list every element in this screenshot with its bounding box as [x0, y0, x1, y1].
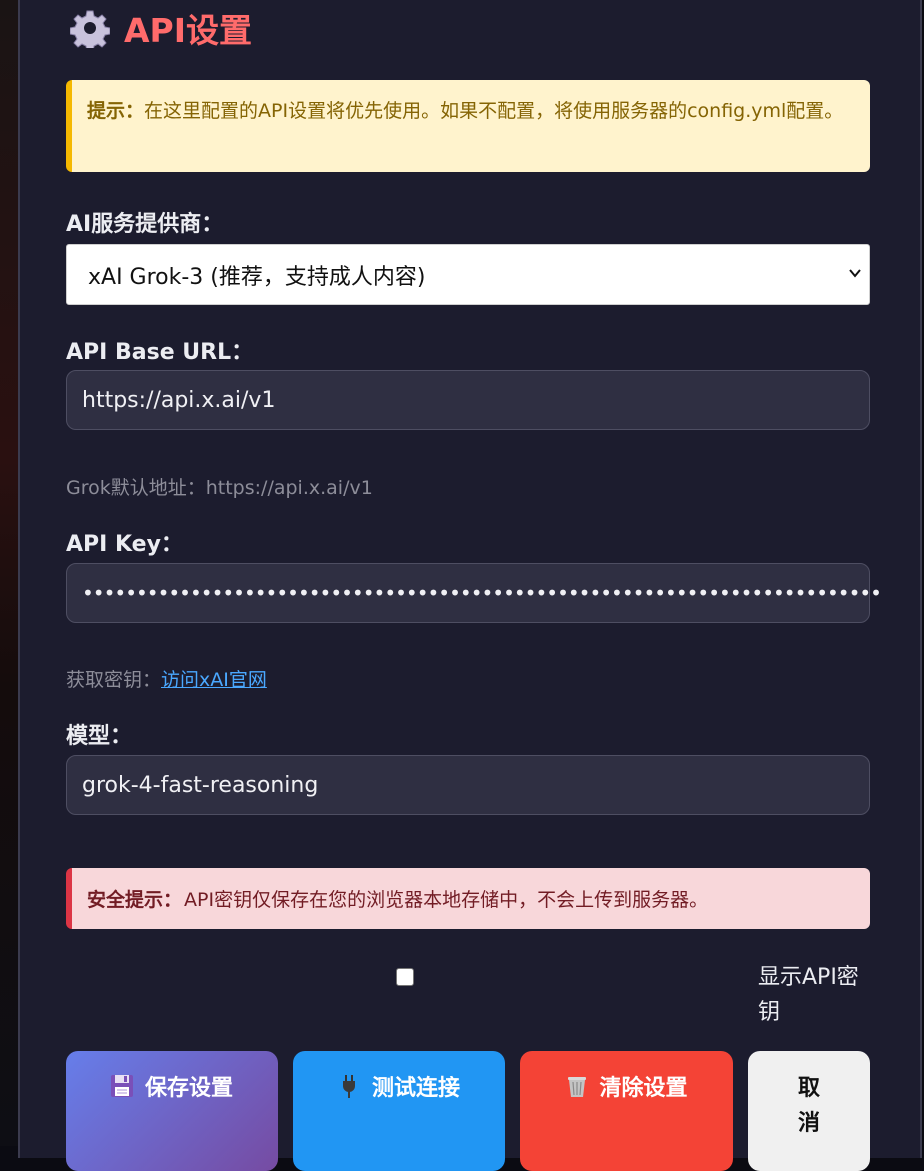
- dialog-title: API设置: [70, 6, 252, 50]
- provider-selected-value: xAI Grok-3 (推荐，支持成人内容): [88, 264, 426, 290]
- cancel-button-label: 取消: [797, 1076, 820, 1136]
- api-key-label: API Key：: [66, 532, 183, 557]
- save-button-label: 保存设置: [145, 1076, 234, 1101]
- save-button[interactable]: 保存设置: [66, 1051, 278, 1171]
- test-button-label: 测试连接: [372, 1076, 461, 1101]
- show-key-checkbox[interactable]: [396, 968, 414, 986]
- provider-select[interactable]: xAI Grok-3 (推荐，支持成人内容): [66, 244, 870, 305]
- gear-icon: [70, 10, 110, 48]
- provider-label: AI服务提供商：: [66, 212, 224, 237]
- notice-strong: 提示：: [87, 100, 145, 122]
- api-key-input[interactable]: ••••••••••••••••••••••••••••••••••••••••…: [66, 563, 882, 623]
- cancel-button[interactable]: 取消: [748, 1051, 870, 1171]
- notice-text: 在这里配置的API设置将优先使用。如果不配置，将使用服务器的config.yml…: [144, 100, 844, 122]
- api-key-hint-prefix: 获取密钥：: [66, 669, 162, 691]
- config-notice: 提示：在这里配置的API设置将优先使用。如果不配置，将使用服务器的config.…: [66, 80, 870, 172]
- api-key-hint: 获取密钥：访问xAI官网: [66, 665, 267, 692]
- security-strong: 安全提示：: [87, 889, 183, 911]
- clear-button-label: 清除设置: [599, 1076, 688, 1101]
- base-url-label: API Base URL：: [66, 340, 254, 365]
- security-notice: 安全提示： API密钥仅保存在您的浏览器本地存储中，不会上传到服务器。: [66, 868, 870, 929]
- plug-icon: [343, 1075, 355, 1098]
- security-text: API密钥仅保存在您的浏览器本地存储中，不会上传到服务器。: [184, 889, 709, 911]
- clear-settings-button[interactable]: 清除设置: [520, 1051, 733, 1171]
- base-url-hint: Grok默认地址：https://api.x.ai/v1: [66, 477, 373, 499]
- page-backdrop: [0, 0, 20, 1146]
- trash-bin-icon: [567, 1077, 586, 1097]
- model-label: 模型：: [66, 724, 133, 749]
- floppy-disk-icon: [111, 1075, 133, 1097]
- model-input[interactable]: grok-4-fast-reasoning: [66, 755, 870, 815]
- chevron-down-icon: [849, 269, 861, 278]
- test-connection-button[interactable]: 测试连接: [293, 1051, 505, 1171]
- dialog-title-text: API设置: [124, 11, 253, 50]
- xai-website-link[interactable]: 访问xAI官网: [161, 669, 267, 691]
- base-url-input[interactable]: https://api.x.ai/v1: [66, 370, 870, 430]
- show-key-label[interactable]: 显示API密钥: [758, 960, 870, 1030]
